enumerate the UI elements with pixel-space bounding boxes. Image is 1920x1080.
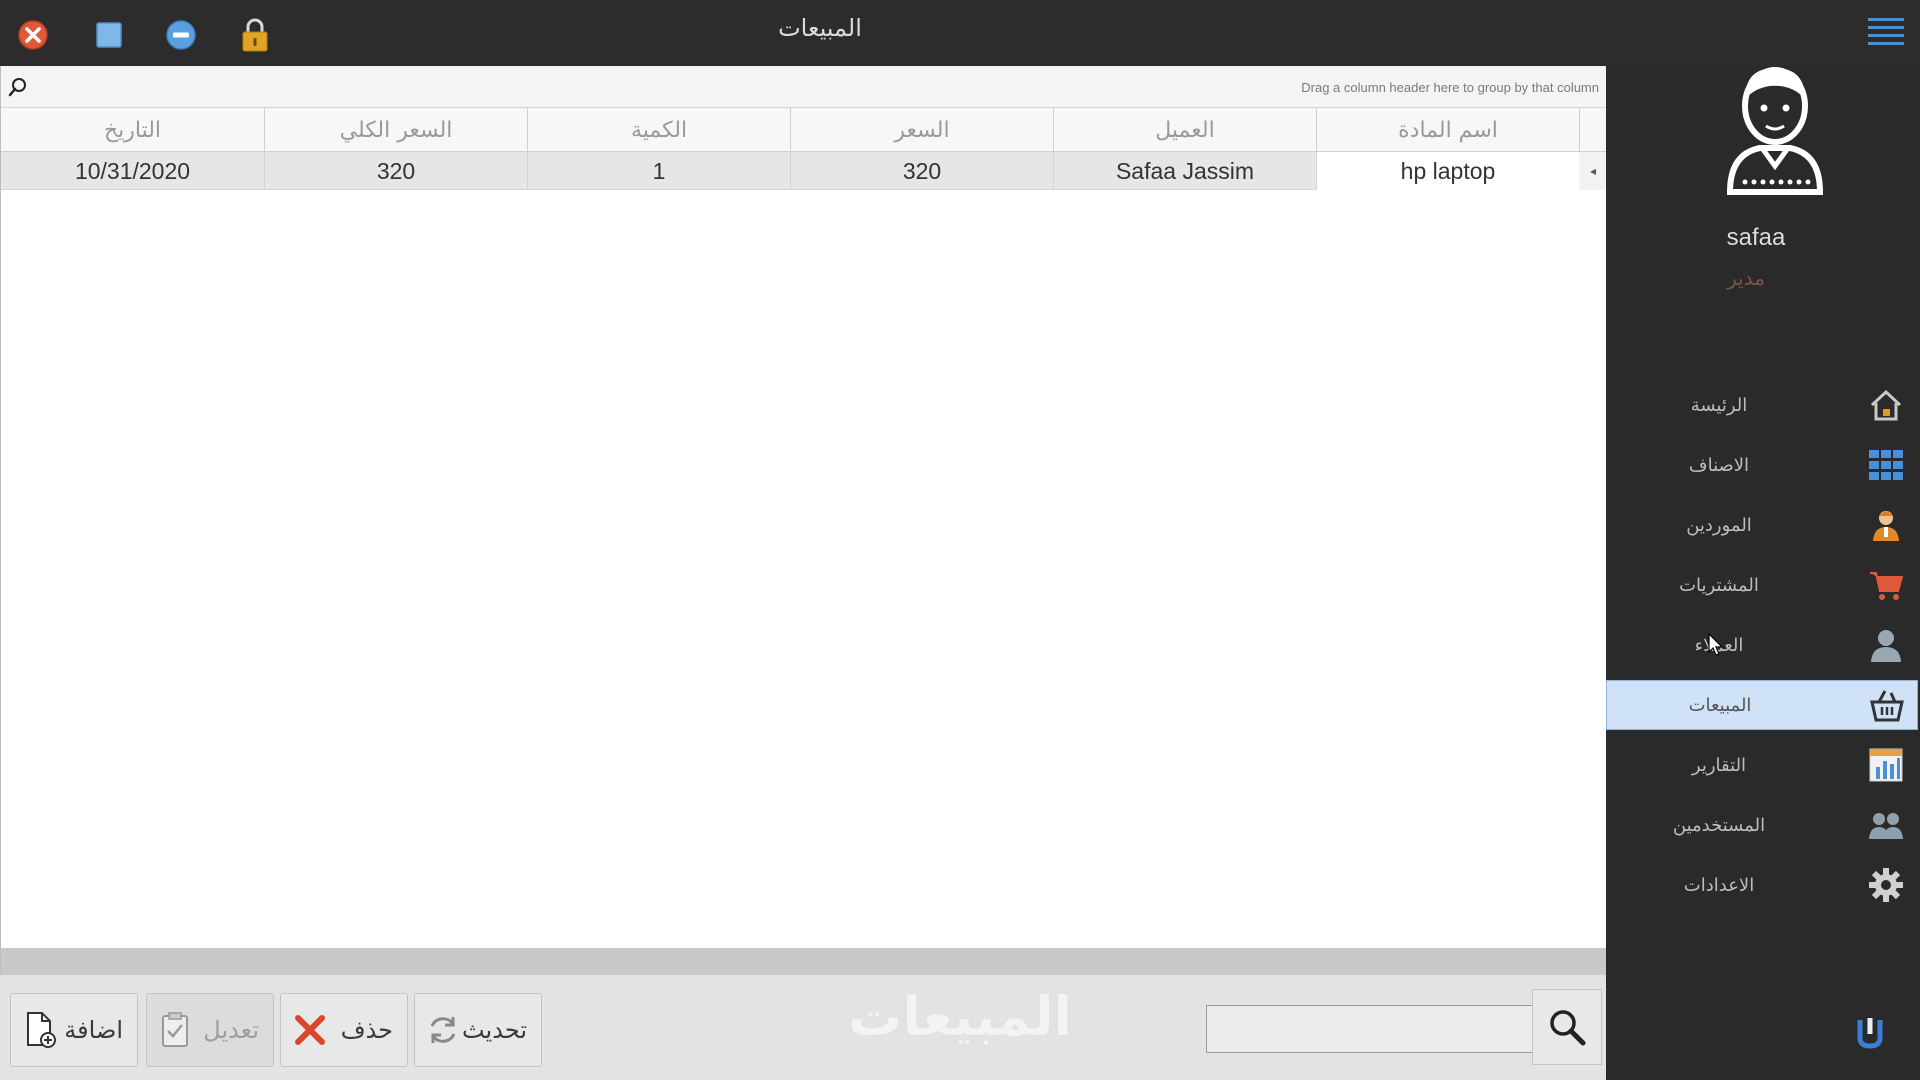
table-cell[interactable]: Safaa Jassim (1053, 152, 1316, 190)
search-button[interactable] (1532, 989, 1602, 1065)
sales-grid-panel: Drag a column header here to group by th… (0, 66, 1607, 1080)
table-cell[interactable]: 320 (790, 152, 1053, 190)
cart-icon (1868, 567, 1904, 603)
sidebar-item-label: المبيعات (1688, 694, 1752, 716)
gear-icon (1868, 867, 1904, 903)
brand-logo-icon (1852, 1012, 1892, 1052)
table-cell[interactable]: 320 (264, 152, 527, 190)
reports-icon (1868, 747, 1904, 783)
app-window: المبيعات Drag a column header here to gr… (0, 0, 1920, 1080)
watermark-logo: المبيعات (847, 985, 1073, 1048)
grid-footer (1, 948, 1607, 974)
column-header-date[interactable]: التاريخ (1, 108, 264, 152)
sidebar-item-label: الاعدادات (1683, 874, 1755, 896)
column-header-item[interactable]: اسم المادة (1316, 108, 1579, 152)
user-name: safaa (1726, 224, 1786, 251)
sidebar-item-label: الموردين (1686, 514, 1752, 536)
sidebar-item-users[interactable]: المستخدمين (1606, 800, 1918, 850)
column-header-price[interactable]: السعر (790, 108, 1053, 152)
sidebar-item-label: التقارير (1691, 754, 1747, 776)
edit-label: تعديل (203, 1016, 259, 1044)
column-header-total[interactable]: السعر الكلي (264, 108, 527, 152)
edit-button[interactable]: تعديل (146, 993, 274, 1067)
refresh-label: تحديث (461, 1016, 527, 1044)
sidebar-item-home[interactable]: الرئيسة (1606, 380, 1918, 430)
table-cell[interactable]: hp laptop (1316, 152, 1579, 190)
sidebar-item-sales[interactable]: المبيعات (1606, 680, 1918, 730)
delete-button[interactable]: حذف (280, 993, 408, 1067)
table-row[interactable]: ◂ hp laptop Safaa Jassim 320 1 320 10/31… (1, 152, 1607, 190)
row-indicator-icon: ◂ (1579, 152, 1607, 190)
search-input[interactable] (1206, 1005, 1536, 1053)
supplier-icon (1868, 507, 1904, 543)
menu-icon[interactable] (1866, 14, 1906, 48)
sidebar-item-label: المشتريات (1679, 574, 1759, 596)
grid-header: اسم المادة العميل السعر الكمية السعر الك… (1, 108, 1607, 152)
table-cell[interactable]: 1 (527, 152, 790, 190)
home-icon (1868, 387, 1904, 423)
users-icon (1868, 807, 1904, 843)
sidebar-item-label: الاصناف (1688, 454, 1750, 476)
delete-label: حذف (340, 1016, 393, 1044)
mouse-cursor-icon (1708, 632, 1724, 657)
edit-clipboard-icon (157, 1011, 195, 1049)
grid-icon (1868, 447, 1904, 483)
column-header-customer[interactable]: العميل (1053, 108, 1316, 152)
action-bar: اضافة تعديل حذف تحديث المبيعات (0, 974, 1606, 1080)
window-title: المبيعات (778, 14, 862, 42)
refresh-icon (425, 1011, 462, 1049)
sidebar-item-customers[interactable]: العملاء (1606, 620, 1918, 670)
add-document-icon (21, 1011, 59, 1049)
table-cell[interactable]: 10/31/2020 (1, 152, 264, 190)
add-button[interactable]: اضافة (10, 993, 138, 1067)
customer-icon (1868, 627, 1904, 663)
sidebar-item-label: المستخدمين (1672, 814, 1766, 836)
sidebar-item-purchases[interactable]: المشتريات (1606, 560, 1918, 610)
avatar (1700, 44, 1850, 204)
title-bar: المبيعات (0, 0, 1606, 66)
search-icon (1550, 1010, 1586, 1046)
sidebar-item-settings[interactable]: الاعدادات (1606, 860, 1918, 910)
delete-x-icon (291, 1011, 329, 1049)
sidebar: safaa مدير الرئيسة الاصناف الموردين المش… (1606, 66, 1920, 1080)
row-indicator-header (1579, 108, 1607, 152)
add-label: اضافة (64, 1016, 123, 1044)
group-panel[interactable]: Drag a column header here to group by th… (1, 66, 1607, 108)
sidebar-item-suppliers[interactable]: الموردين (1606, 500, 1918, 550)
group-hint-text: Drag a column header here to group by th… (1301, 80, 1599, 95)
sidebar-item-categories[interactable]: الاصناف (1606, 440, 1918, 490)
search-icon[interactable] (7, 76, 29, 98)
column-header-quantity[interactable]: الكمية (527, 108, 790, 152)
user-role: مدير (1727, 266, 1765, 290)
sidebar-item-reports[interactable]: التقارير (1606, 740, 1918, 790)
sales-basket-icon (1869, 688, 1905, 724)
refresh-button[interactable]: تحديث (414, 993, 542, 1067)
sidebar-item-label: الرئيسة (1690, 394, 1748, 416)
